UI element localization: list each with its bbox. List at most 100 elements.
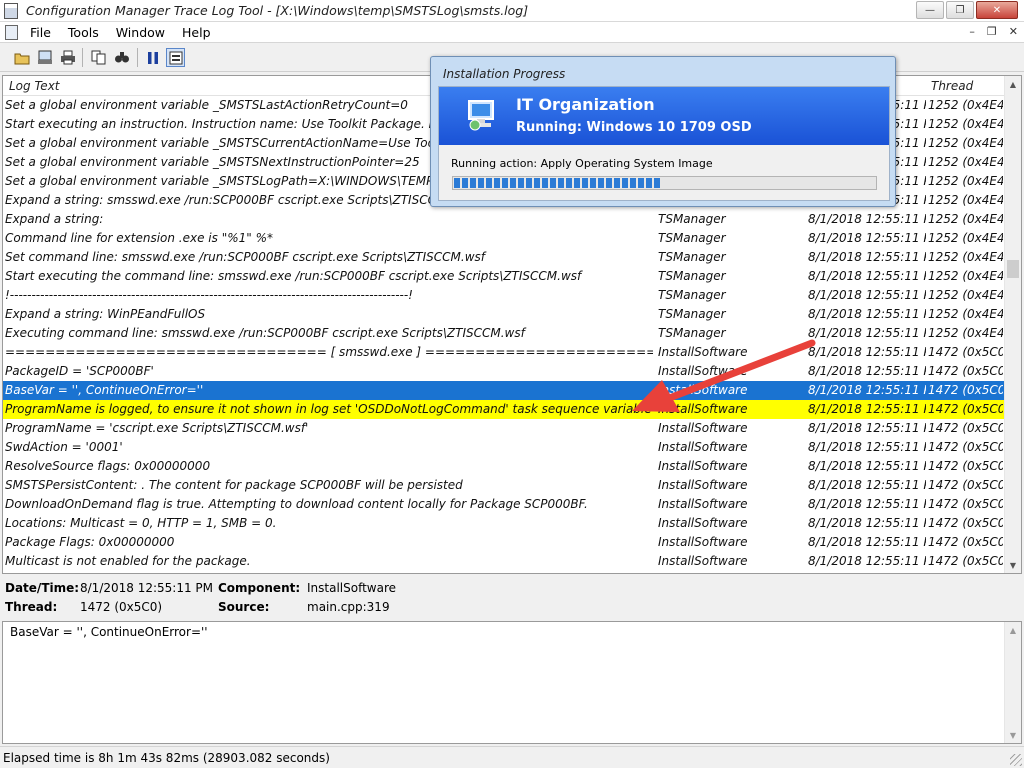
log-row-component: TSManager [658,326,726,340]
log-row[interactable]: ResolveSource flags: 0x00000000 InstallSo… [3,457,1005,476]
log-row-thread: 1472 (0x5C0) [928,554,1003,568]
log-row[interactable]: Set command line: smsswd.exe /run:SCP000… [3,248,1005,267]
maximize-button[interactable]: ❐ [946,1,974,19]
log-row[interactable]: ProgramName is logged, to ensure it not … [3,400,1005,419]
mdi-minimize-button[interactable]: – [969,25,975,38]
highlight-icon[interactable] [166,48,185,67]
running-task-sequence: Running: Windows 10 1709 OSD [516,120,752,135]
log-row-component: TSManager [658,250,726,264]
log-row[interactable]: Command line for extension .exe is "%1" … [3,229,1005,248]
component-value: InstallSoftware [307,581,397,595]
log-row-thread: 1472 (0x5C0) [928,516,1003,530]
scroll-down-icon[interactable]: ▼ [1005,557,1021,573]
log-row[interactable]: Package Flags: 0x00000000 InstallSoftware… [3,533,1005,552]
pause-icon[interactable] [143,48,162,67]
scroll-up-icon[interactable]: ▲ [1005,76,1021,92]
log-row-thread: 1252 (0x4E4) [928,193,1003,207]
minimize-button[interactable]: — [916,1,944,19]
log-row-thread: 1472 (0x5C0) [928,497,1003,511]
log-row-text: Command line for extension .exe is "%1" … [5,231,273,245]
organization-name: IT Organization [516,95,655,114]
log-row-datetime: 8/1/2018 12:55:11 PM [808,459,926,473]
log-row-text: Expand a string: [5,212,104,226]
log-row-component: InstallSoftware [658,554,748,568]
log-row-datetime: 8/1/2018 12:55:11 PM [808,288,926,302]
log-row-text: Set command line: smsswd.exe /run:SCP000… [5,250,485,264]
column-thread[interactable]: Thread [931,79,973,93]
log-row[interactable]: Multicast is not enabled for the package… [3,552,1005,571]
log-row-text: Expand a string: WinPEandFullOS [5,307,206,321]
log-row[interactable]: PackageID = 'SCP000BF' InstallSoftware 8/1… [3,362,1005,381]
log-row-thread: 1252 (0x4E4) [928,288,1003,302]
log-row-text: Multicast is not enabled for the package… [5,554,251,568]
log-row[interactable]: BaseVar = '', ContinueOnError='' InstallS… [3,381,1005,400]
datetime-value: 8/1/2018 12:55:11 PM [80,581,214,595]
resize-grip-icon[interactable] [1010,754,1022,766]
log-row-thread: 1472 (0x5C0) [928,402,1003,416]
open-folder-icon[interactable] [12,48,31,67]
log-row[interactable]: ProgramName = 'cscript.exe Scripts\ZTISC… [3,419,1005,438]
progress-header: IT Organization Running: Windows 10 1709… [439,87,889,145]
log-row-thread: 1472 (0x5C0) [928,478,1003,492]
log-row[interactable]: DownloadOnDemand flag is true. Attemptin… [3,495,1005,514]
log-row-thread: 1472 (0x5C0) [928,535,1003,549]
log-row-component: InstallSoftware [658,383,748,397]
thread-value: 1472 (0x5C0) [80,600,163,614]
log-row-component: TSManager [658,231,726,245]
close-button[interactable]: ✕ [976,1,1018,19]
log-row[interactable]: SwdAction = '0001' InstallSoftware 8/1/201… [3,438,1005,457]
computer-install-icon [468,100,494,131]
log-row-thread: 1252 (0x4E4) [928,212,1003,226]
log-row[interactable]: Start executing the command line: smsswd… [3,267,1005,286]
log-row-thread: 1472 (0x5C0) [928,345,1003,359]
progress-bar-fill [454,178,662,188]
log-row-component: InstallSoftware [658,478,748,492]
menu-file[interactable]: File [30,25,51,40]
log-row-datetime: 8/1/2018 12:55:11 PM [808,212,926,226]
log-row-datetime: 8/1/2018 12:55:11 PM [808,440,926,454]
menu-window[interactable]: Window [116,25,165,40]
log-row[interactable]: !---------------------------------------… [3,286,1005,305]
scroll-up-icon[interactable]: ▲ [1005,622,1021,638]
log-row[interactable]: Locations: Multicast = 0, HTTP = 1, SMB … [3,514,1005,533]
log-row-component: InstallSoftware [658,497,748,511]
toolbar-separator [82,48,83,67]
toolbar-separator [137,48,138,67]
menu-help[interactable]: Help [182,25,211,40]
log-row-datetime: 8/1/2018 12:55:11 PM [808,345,926,359]
log-row[interactable]: Executing command line: smsswd.exe /run:… [3,324,1005,343]
scroll-down-icon[interactable]: ▼ [1005,727,1021,743]
log-row-datetime: 8/1/2018 12:55:11 PM [808,250,926,264]
scroll-thumb[interactable] [1007,260,1019,278]
log-row-thread: 1472 (0x5C0) [928,383,1003,397]
log-row-text: DownloadOnDemand flag is true. Attemptin… [5,497,588,511]
vertical-scrollbar[interactable]: ▲ ▼ [1004,76,1021,573]
log-row[interactable]: ================================ [ smssw… [3,343,1005,362]
progress-body: IT Organization Running: Windows 10 1709… [438,86,890,201]
log-row[interactable]: Expand a string: WinPEandFullOS TSManager… [3,305,1005,324]
message-box[interactable]: BaseVar = '', ContinueOnError='' ▲ ▼ [2,621,1022,744]
log-row-component: TSManager [658,288,726,302]
log-row-thread: 1252 (0x4E4) [928,269,1003,283]
log-row[interactable]: SMSTSPersistContent: . The content for p… [3,476,1005,495]
log-row-component: TSManager [658,307,726,321]
menu-tools[interactable]: Tools [68,25,99,40]
print-icon[interactable] [58,48,77,67]
source-value: main.cpp:319 [307,600,390,614]
copy-icon[interactable] [89,48,108,67]
log-row[interactable]: Expand a string: TSManager 8/1/2018 12:55:… [3,210,1005,229]
log-row-text: SwdAction = '0001' [5,440,123,454]
column-log-text[interactable]: Log Text [9,79,60,93]
log-row-text: ProgramName is logged, to ensure it not … [5,402,653,416]
mdi-close-button[interactable]: ✕ [1009,25,1018,38]
find-icon[interactable] [112,48,131,67]
log-row-text: Executing command line: smsswd.exe /run:… [5,326,525,340]
log-row-datetime: 8/1/2018 12:55:11 PM [808,269,926,283]
document-icon[interactable] [5,25,18,40]
log-row-component: InstallSoftware [658,364,748,378]
message-scrollbar[interactable]: ▲ ▼ [1004,622,1021,743]
log-row-thread: 1472 (0x5C0) [928,440,1003,454]
mdi-restore-button[interactable]: ❐ [987,25,997,38]
print-preview-icon[interactable] [35,48,54,67]
title-bar: Configuration Manager Trace Log Tool - [… [0,0,1024,22]
